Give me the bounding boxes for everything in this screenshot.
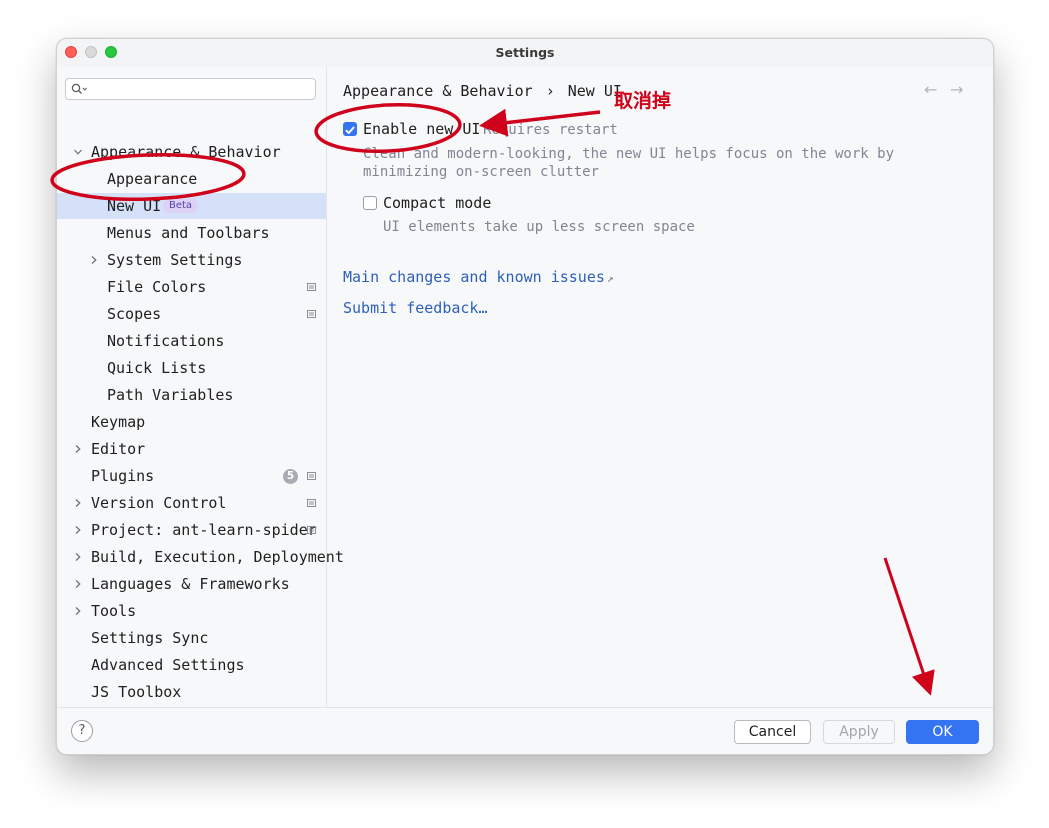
annotation-ellipse-enable [314,102,462,154]
annotation-arrow-ok [883,557,935,696]
annotation-arrow-enable [479,108,601,137]
annotation-ellipse-newui [50,153,246,201]
annotation-overlay [50,102,935,696]
annotation-text: 取消掉 [614,90,672,112]
